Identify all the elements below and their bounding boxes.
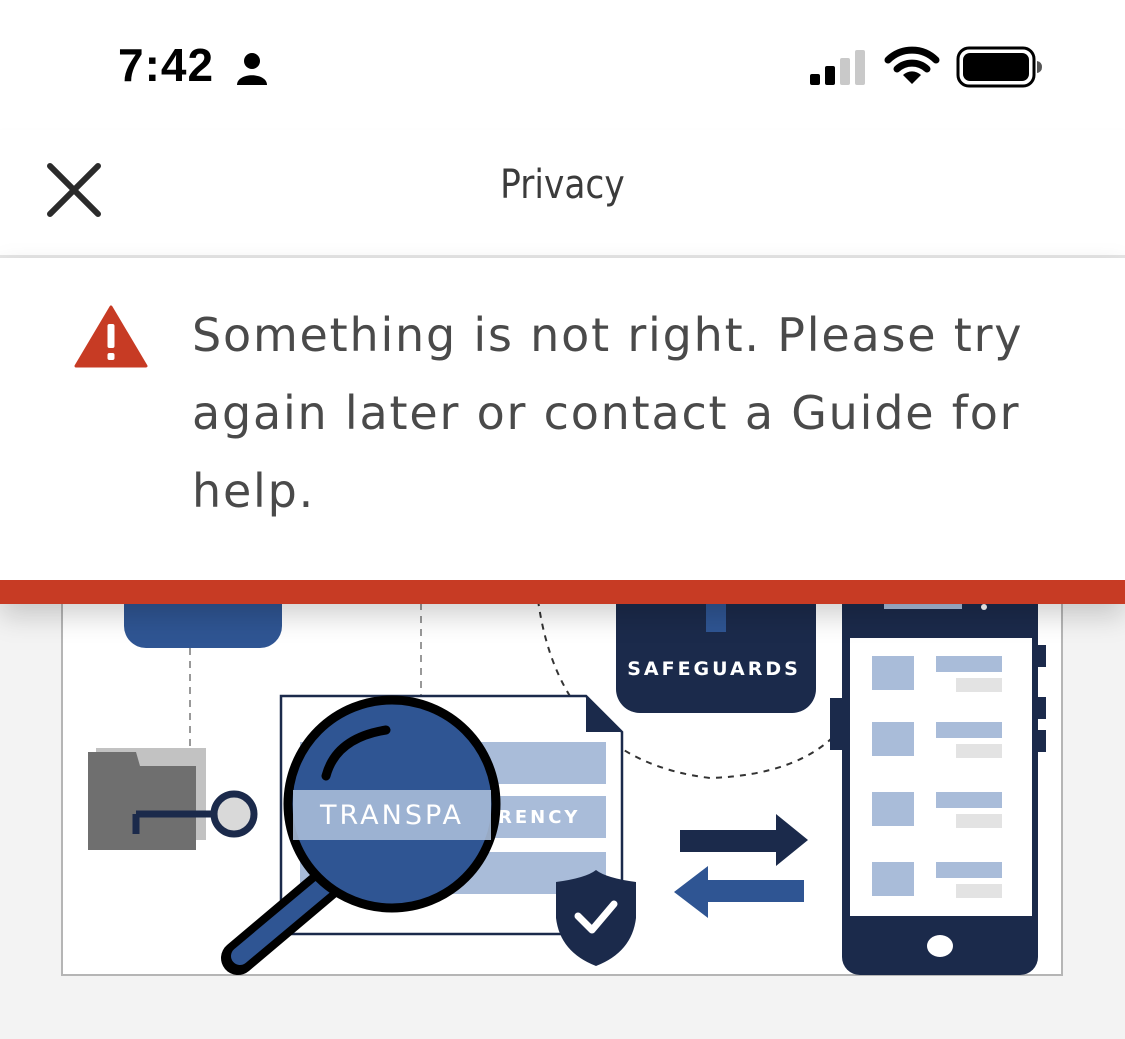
safeguards-label: SAFEGUARDS <box>627 658 801 680</box>
alert-message: Something is not right. Please try again… <box>192 308 1024 518</box>
transparency-label-rest: RENCY <box>498 807 580 828</box>
cellular-signal-icon <box>810 50 865 85</box>
status-bar: 7:42 <box>0 0 1125 130</box>
error-alert: Something is not right. Please try again… <box>0 258 1125 604</box>
nav-bar: Privacy <box>0 130 1125 258</box>
transparency-label-magnified: TRANSPA <box>319 800 464 831</box>
wifi-icon <box>884 46 940 84</box>
warning-icon <box>74 305 148 368</box>
battery-icon <box>956 46 1042 88</box>
status-time: 7:42 <box>118 39 215 91</box>
person-icon <box>237 53 267 85</box>
page-title: Privacy <box>500 162 625 208</box>
